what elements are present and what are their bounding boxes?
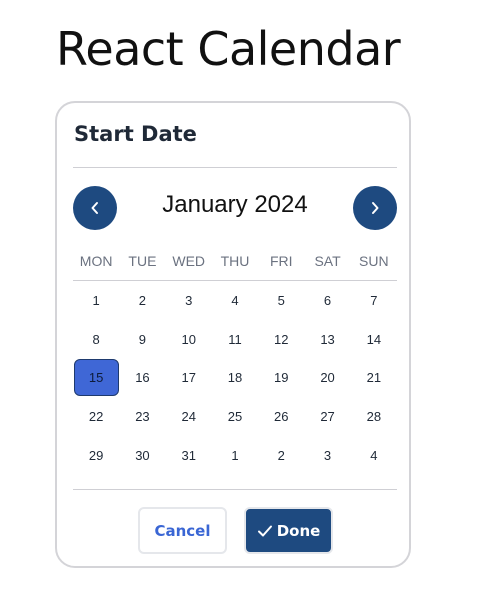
chevron-right-icon bbox=[368, 200, 382, 216]
footer-divider bbox=[73, 489, 397, 490]
day-cell[interactable]: 23 bbox=[119, 397, 165, 436]
day-number: 7 bbox=[370, 292, 378, 308]
weekday-label: THU bbox=[220, 253, 250, 269]
day-cell[interactable]: 25 bbox=[212, 397, 258, 436]
day-number: 6 bbox=[323, 292, 332, 308]
previous-month-button[interactable] bbox=[73, 186, 117, 230]
day-number: 5 bbox=[277, 292, 285, 308]
day-cell[interactable]: 20 bbox=[304, 359, 350, 398]
month-label: January 2024 bbox=[162, 191, 308, 218]
day-cell[interactable]: 10 bbox=[166, 320, 212, 359]
day-number: 26 bbox=[274, 409, 289, 425]
days-grid: 1 2 3 4 5 6 7 8 9 10 11 12 13 14 15 16 17 18 19 20 21 22 23 24 2… bbox=[73, 281, 397, 475]
day-number: 28 bbox=[366, 409, 382, 425]
day-cell[interactable]: 1 bbox=[73, 281, 119, 320]
day-number: 19 bbox=[274, 370, 289, 386]
weekday-label: SUN bbox=[359, 253, 389, 269]
weekday-label: FRI bbox=[269, 253, 293, 269]
day-cell[interactable]: 22 bbox=[73, 397, 119, 436]
date-picker-card: Start Date January 2024 MON TUE WED THU … bbox=[55, 101, 411, 568]
day-cell[interactable]: 24 bbox=[166, 397, 212, 436]
day-number: 3 bbox=[323, 448, 332, 464]
weekday-label: MON bbox=[79, 253, 113, 269]
day-cell[interactable]: 2 bbox=[119, 281, 165, 320]
day-number: 30 bbox=[135, 448, 150, 464]
weekday-label: WED bbox=[172, 253, 206, 269]
day-cell[interactable]: 18 bbox=[212, 359, 258, 398]
day-number: 9 bbox=[138, 331, 147, 347]
day-number: 21 bbox=[366, 370, 382, 386]
day-cell[interactable]: 5 bbox=[258, 281, 304, 320]
day-cell[interactable]: 3 bbox=[166, 281, 212, 320]
day-cell[interactable]: 3 bbox=[304, 436, 350, 475]
day-cell[interactable]: 11 bbox=[212, 320, 258, 359]
day-cell[interactable]: 1 bbox=[212, 436, 258, 475]
done-label: Done bbox=[276, 521, 321, 540]
day-number: 13 bbox=[320, 331, 335, 347]
day-number: 15 bbox=[73, 359, 119, 397]
day-cell[interactable]: 6 bbox=[304, 281, 350, 320]
day-number: 18 bbox=[227, 370, 243, 386]
weekday-label: TUE bbox=[128, 253, 157, 269]
done-button[interactable]: Done bbox=[244, 507, 333, 554]
day-number: 2 bbox=[138, 292, 147, 308]
day-number: 8 bbox=[92, 331, 100, 347]
day-number: 24 bbox=[181, 409, 196, 425]
next-month-button[interactable] bbox=[353, 186, 397, 230]
page-title: React Calendar bbox=[56, 22, 401, 76]
card-title: Start Date bbox=[74, 122, 197, 146]
day-cell[interactable]: 8 bbox=[73, 320, 119, 359]
day-number: 1 bbox=[231, 448, 239, 464]
weekday-label: SAT bbox=[314, 253, 341, 269]
day-cell[interactable]: 17 bbox=[166, 359, 212, 398]
day-cell[interactable]: 28 bbox=[351, 397, 397, 436]
day-number: 23 bbox=[135, 409, 150, 425]
day-cell[interactable]: 4 bbox=[351, 436, 397, 475]
day-number: 10 bbox=[181, 331, 196, 347]
day-cell[interactable]: 26 bbox=[258, 397, 304, 436]
cancel-button[interactable]: Cancel bbox=[138, 507, 227, 554]
day-number: 14 bbox=[366, 331, 382, 347]
day-number: 11 bbox=[228, 331, 242, 347]
day-number: 27 bbox=[320, 409, 335, 425]
day-number: 4 bbox=[370, 448, 378, 464]
day-cell[interactable]: 21 bbox=[351, 359, 397, 398]
chevron-left-icon bbox=[88, 200, 102, 216]
day-number: 3 bbox=[185, 292, 193, 308]
day-number: 22 bbox=[88, 409, 104, 425]
day-number: 29 bbox=[88, 448, 104, 464]
day-number: 31 bbox=[181, 448, 196, 464]
day-number: 4 bbox=[231, 292, 239, 308]
day-cell[interactable]: 13 bbox=[304, 320, 350, 359]
day-cell[interactable]: 30 bbox=[119, 436, 165, 475]
day-cell[interactable]: 14 bbox=[351, 320, 397, 359]
day-cell[interactable]: 29 bbox=[73, 436, 119, 475]
day-number: 16 bbox=[135, 370, 150, 386]
day-cell[interactable]: 27 bbox=[304, 397, 350, 436]
check-icon bbox=[257, 524, 273, 538]
day-cell-selected[interactable]: 15 bbox=[73, 359, 119, 398]
day-number: 25 bbox=[227, 409, 243, 425]
day-number: 12 bbox=[274, 331, 289, 347]
day-number: 1 bbox=[92, 292, 100, 308]
day-cell[interactable]: 19 bbox=[258, 359, 304, 398]
header-divider bbox=[73, 167, 397, 168]
day-cell[interactable]: 16 bbox=[119, 359, 165, 398]
day-cell[interactable]: 31 bbox=[166, 436, 212, 475]
day-cell[interactable]: 2 bbox=[258, 436, 304, 475]
day-cell[interactable]: 9 bbox=[119, 320, 165, 359]
day-number: 20 bbox=[320, 370, 335, 386]
day-cell[interactable]: 7 bbox=[351, 281, 397, 320]
weekday-header: MON TUE WED THU FRI SAT SUN bbox=[73, 251, 397, 271]
day-number: 17 bbox=[181, 370, 196, 386]
day-number: 2 bbox=[277, 448, 285, 464]
day-cell[interactable]: 4 bbox=[212, 281, 258, 320]
day-cell[interactable]: 12 bbox=[258, 320, 304, 359]
